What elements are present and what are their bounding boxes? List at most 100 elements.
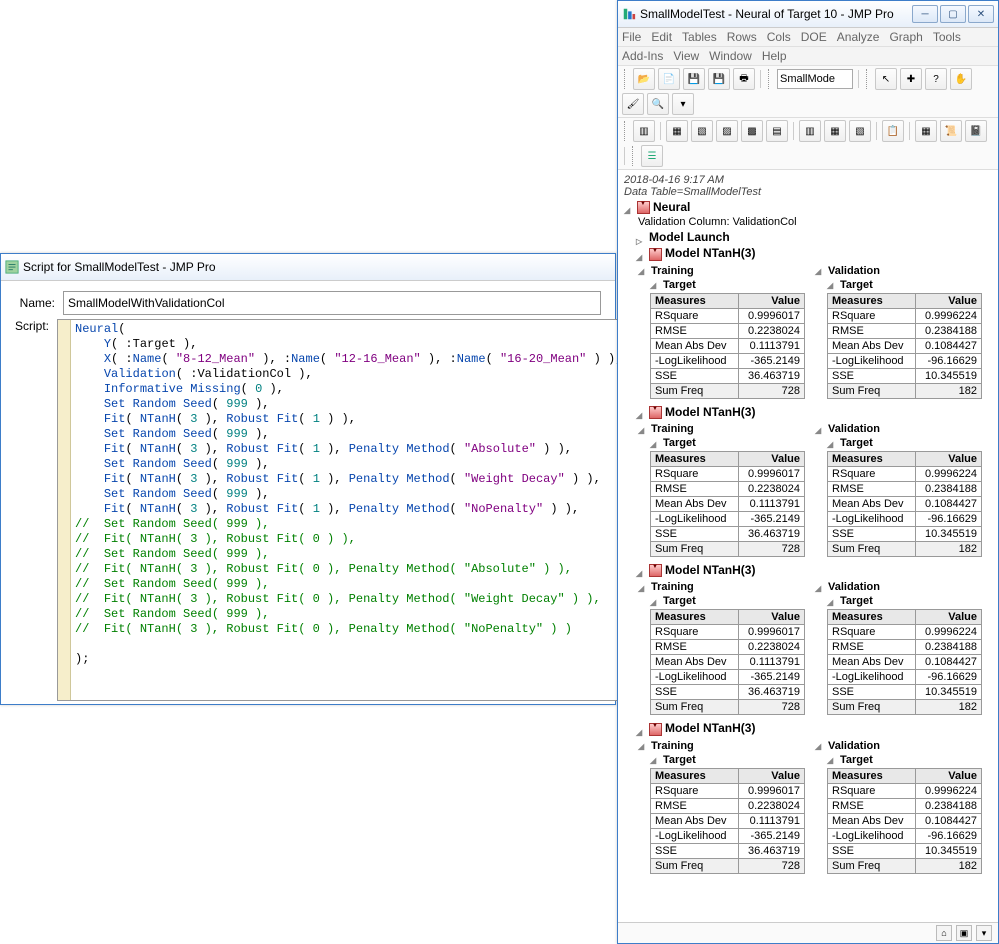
toolbar-grip-icon[interactable] (768, 69, 772, 89)
menu-rows[interactable]: Rows (727, 30, 757, 44)
script-icon[interactable]: 📜 (940, 120, 962, 142)
menu-cols[interactable]: Cols (767, 30, 791, 44)
minimize-button[interactable]: ─ (912, 5, 938, 23)
red-triangle-icon[interactable] (649, 248, 662, 261)
training-header[interactable]: Training (638, 423, 815, 435)
cross-icon[interactable]: ✚ (900, 68, 922, 90)
toolbar-grip-icon[interactable] (624, 69, 628, 89)
disclosure-icon[interactable] (636, 565, 647, 576)
disclosure-icon[interactable] (624, 202, 635, 213)
dropdown-icon[interactable]: ▾ (672, 93, 694, 115)
target-header[interactable]: Target (650, 437, 815, 449)
training-header[interactable]: Training (638, 740, 815, 752)
red-triangle-icon[interactable] (649, 723, 662, 736)
menu-tools[interactable]: Tools (933, 30, 961, 44)
menu-view[interactable]: View (673, 49, 699, 63)
disclosure-icon[interactable] (827, 438, 838, 449)
zoom-icon[interactable]: 🔍 (647, 93, 669, 115)
print-icon[interactable]: 🖶 (733, 68, 755, 90)
close-button[interactable]: ✕ (968, 5, 994, 23)
disclosure-icon[interactable] (638, 740, 649, 751)
target-header[interactable]: Target (827, 437, 992, 449)
fit-icon[interactable]: ▧ (691, 120, 713, 142)
toolbar-grip-icon[interactable] (624, 121, 628, 141)
disclosure-icon[interactable] (650, 754, 661, 765)
training-header[interactable]: Training (638, 265, 815, 277)
script-window-titlebar[interactable]: Script for SmallModelTest - JMP Pro (1, 254, 615, 281)
target-header[interactable]: Target (650, 279, 815, 291)
disclosure-icon[interactable] (636, 407, 647, 418)
target-header[interactable]: Target (827, 754, 992, 766)
name-input[interactable] (63, 291, 601, 315)
disclosure-icon[interactable] (815, 424, 826, 435)
report-titlebar[interactable]: SmallModelTest - Neural of Target 10 - J… (618, 1, 998, 28)
neural-header[interactable]: Neural (624, 200, 992, 214)
dist-icon[interactable]: ▦ (666, 120, 688, 142)
green-icon[interactable]: ☰ (641, 145, 663, 167)
home-icon[interactable]: ⌂ (936, 925, 952, 941)
menu-help[interactable]: Help (762, 49, 787, 63)
mv-icon[interactable]: ▤ (766, 120, 788, 142)
hand-icon[interactable]: ✋ (950, 68, 972, 90)
save-icon[interactable]: 💾 (683, 68, 705, 90)
menu-graph[interactable]: Graph (889, 30, 922, 44)
validation-header[interactable]: Validation (815, 423, 992, 435)
disclosure-icon[interactable] (638, 582, 649, 593)
menu-doe[interactable]: DOE (801, 30, 827, 44)
oneway-icon[interactable]: ▨ (716, 120, 738, 142)
disclosure-icon[interactable] (815, 265, 826, 276)
model-header[interactable]: Model NTanH(3) (636, 721, 992, 735)
model-icon[interactable]: ▩ (741, 120, 763, 142)
target-header[interactable]: Target (827, 279, 992, 291)
disclosure-icon[interactable] (827, 279, 838, 290)
target-header[interactable]: Target (650, 595, 815, 607)
menu-window[interactable]: Window (709, 49, 752, 63)
disclosure-icon[interactable] (650, 438, 661, 449)
model-header[interactable]: Model NTanH(3) (636, 246, 992, 260)
help-icon[interactable]: ? (925, 68, 947, 90)
table-icon[interactable]: ▦ (915, 120, 937, 142)
menu-tables[interactable]: Tables (682, 30, 717, 44)
disclosure-icon[interactable] (650, 596, 661, 607)
menu-edit[interactable]: Edit (651, 30, 672, 44)
disclosure-icon[interactable] (650, 279, 661, 290)
menu-addins[interactable]: Add-Ins (622, 49, 663, 63)
dock-icon[interactable]: ▣ (956, 925, 972, 941)
disclosure-icon[interactable] (636, 724, 647, 735)
open-icon[interactable]: 📂 (633, 68, 655, 90)
saveas-icon[interactable]: 💾 (708, 68, 730, 90)
new-icon[interactable]: 📄 (658, 68, 680, 90)
toolbar-grip-icon[interactable] (866, 69, 870, 89)
arrow-icon[interactable]: ↖ (875, 68, 897, 90)
red-triangle-icon[interactable] (649, 564, 662, 577)
script-editor[interactable]: Neural( Y( :Target ), X( :Name( "8-12_Me… (71, 320, 622, 700)
disclosure-icon[interactable] (815, 740, 826, 751)
validation-header[interactable]: Validation (815, 581, 992, 593)
red-triangle-icon[interactable] (637, 201, 650, 214)
disclosure-icon[interactable] (827, 596, 838, 607)
menu-file[interactable]: File (622, 30, 641, 44)
graph1-icon[interactable]: ▥ (799, 120, 821, 142)
target-header[interactable]: Target (827, 595, 992, 607)
validation-header[interactable]: Validation (815, 740, 992, 752)
disclosure-icon[interactable] (827, 754, 838, 765)
tab-input[interactable] (777, 69, 853, 89)
disclosure-icon[interactable] (636, 249, 647, 260)
graph2-icon[interactable]: ▦ (824, 120, 846, 142)
disclosure-icon[interactable] (638, 265, 649, 276)
bot-dropdown-icon[interactable]: ▾ (976, 925, 992, 941)
disclosure-icon[interactable] (638, 424, 649, 435)
training-header[interactable]: Training (638, 581, 815, 593)
model-header[interactable]: Model NTanH(3) (636, 405, 992, 419)
validation-header[interactable]: Validation (815, 265, 992, 277)
copy-icon[interactable]: 📋 (882, 120, 904, 142)
journal-icon[interactable]: 📓 (965, 120, 987, 142)
maximize-button[interactable]: ▢ (940, 5, 966, 23)
graph3-icon[interactable]: ▧ (849, 120, 871, 142)
target-header[interactable]: Target (650, 754, 815, 766)
brush-icon[interactable]: 🖌 (622, 93, 644, 115)
red-triangle-icon[interactable] (649, 406, 662, 419)
model-header[interactable]: Model NTanH(3) (636, 563, 992, 577)
model-launch-header[interactable]: Model Launch (636, 230, 992, 244)
toolbar-grip-icon[interactable] (632, 146, 636, 166)
